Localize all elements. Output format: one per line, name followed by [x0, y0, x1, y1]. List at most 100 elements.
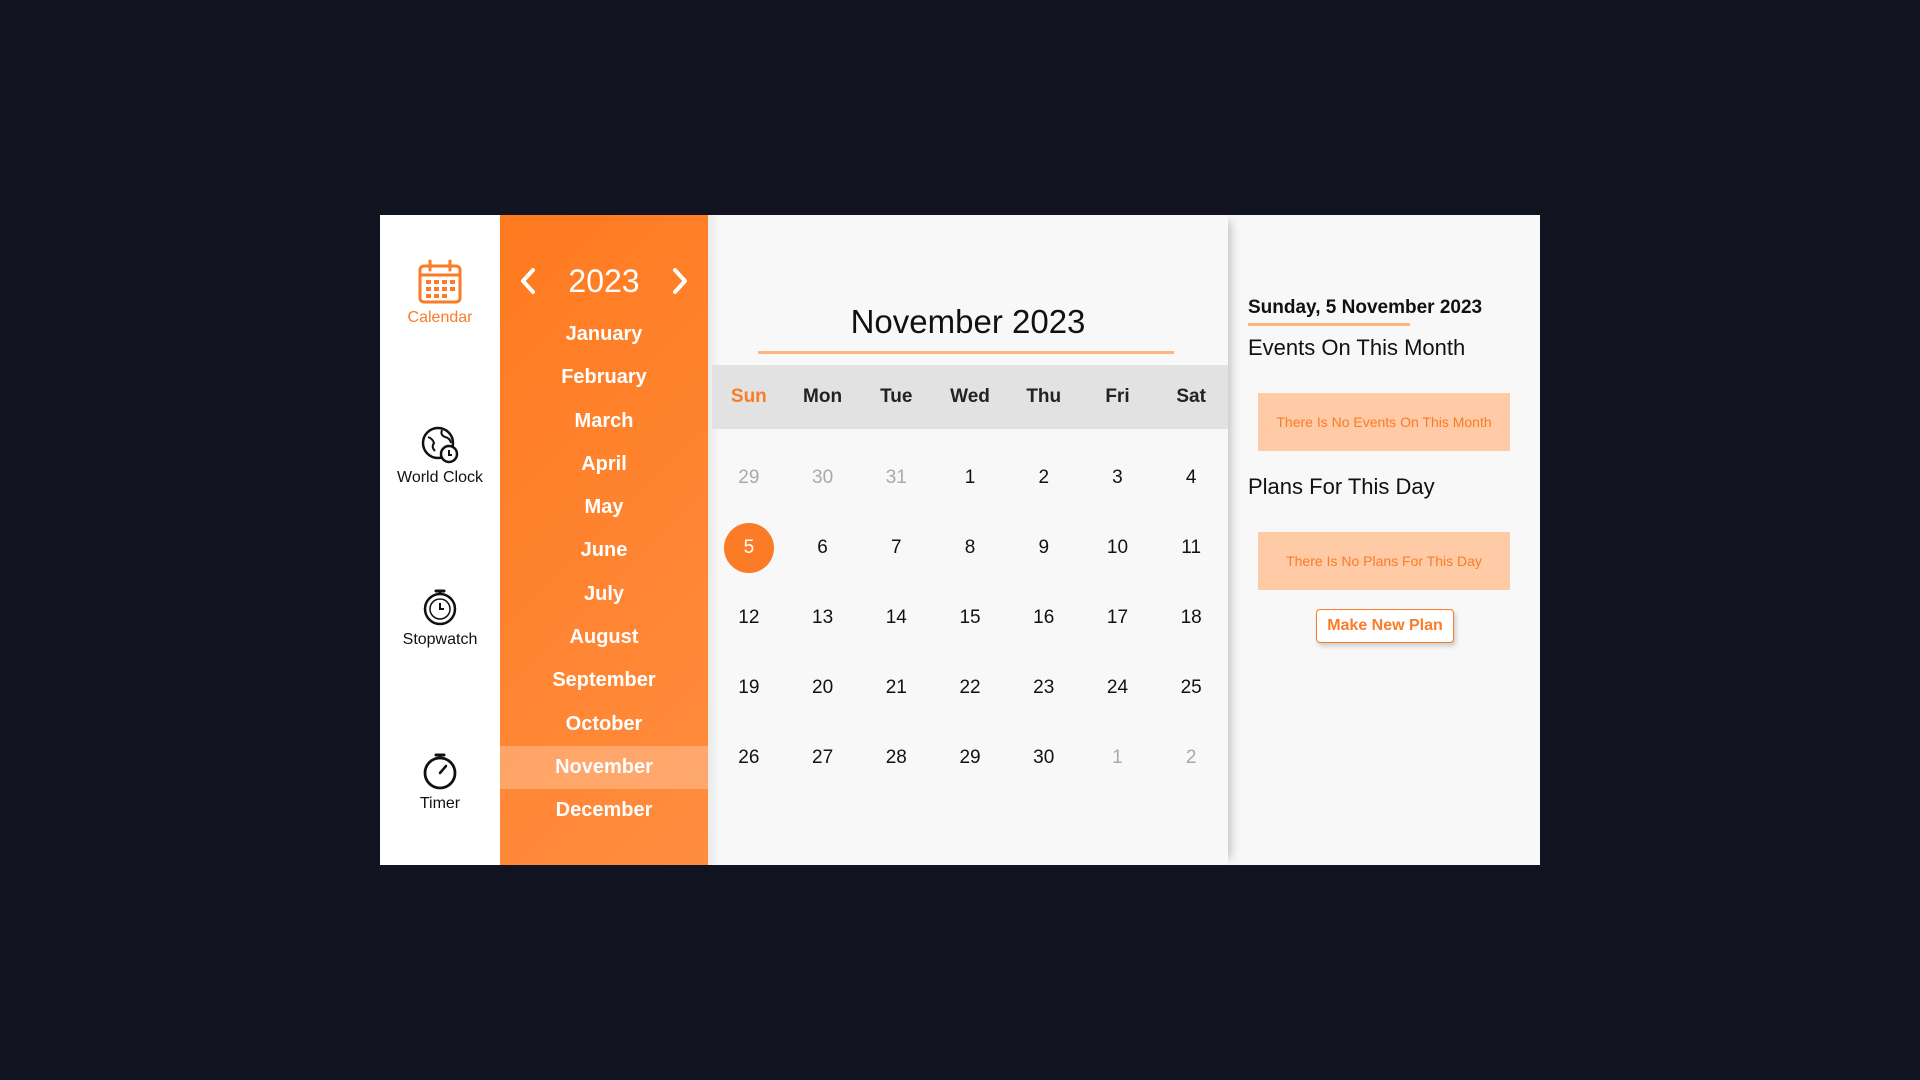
day-number: 7	[891, 537, 902, 558]
day-cell[interactable]: 1	[1081, 723, 1155, 793]
month-item-november[interactable]: November	[500, 745, 708, 790]
nav-item-timer[interactable]: Timer	[380, 751, 500, 813]
day-cell[interactable]: 4	[1154, 443, 1228, 513]
day-cell[interactable]: 7	[859, 513, 933, 583]
month-item-january[interactable]: January	[500, 313, 708, 356]
day-cell[interactable]: 17	[1081, 583, 1155, 653]
day-number: 9	[1038, 537, 1050, 558]
day-cell[interactable]: 30	[786, 443, 860, 513]
nav-item-calendar[interactable]: Calendar	[380, 259, 500, 327]
day-number: 8	[964, 537, 976, 558]
day-number: 29	[738, 467, 760, 488]
day-cell[interactable]: 14	[859, 583, 933, 653]
day-cell[interactable]: 26	[712, 723, 786, 793]
calendar-title: November 2023	[850, 303, 1086, 340]
calendar-view: November 2023 Sun Mon Tue Wed Thu Fri Sat 29 30…	[708, 215, 1228, 865]
day-number: 10	[1106, 537, 1129, 558]
date-underline	[1248, 323, 1410, 326]
day-cell[interactable]: 11	[1154, 513, 1228, 583]
month-item-may[interactable]: May	[500, 486, 708, 529]
plans-heading: Plans For This Day	[1248, 474, 1435, 499]
day-number: 29	[959, 747, 981, 768]
calendar-app: Calendar World Clock Stopwatch Timer 202…	[380, 215, 1540, 865]
day-cell[interactable]: 15	[933, 583, 1007, 653]
timer-icon	[423, 753, 457, 790]
selected-date: Sunday, 5 November 2023	[1248, 297, 1483, 318]
month-item-august[interactable]: August	[500, 616, 708, 659]
day-number: 1	[1112, 747, 1123, 768]
day-cell[interactable]: 1	[933, 443, 1007, 513]
day-number: 28	[885, 747, 907, 768]
day-number: 2	[1185, 747, 1197, 768]
day-number: 15	[959, 607, 981, 628]
day-cell[interactable]: 30	[1007, 723, 1081, 793]
month-item-june[interactable]: June	[500, 529, 708, 572]
day-cell[interactable]: 8	[933, 513, 1007, 583]
month-item-march[interactable]: March	[500, 400, 708, 443]
day-cell[interactable]: 2	[1007, 443, 1081, 513]
make-new-plan-button[interactable]: Make New Plan	[1316, 609, 1454, 643]
day-number: 22	[959, 677, 981, 698]
weekday-sun: Sun	[730, 386, 767, 407]
day-number: 1	[964, 467, 976, 488]
day-cell[interactable]: 20	[786, 653, 860, 723]
day-cell[interactable]: 21	[859, 653, 933, 723]
events-heading: Events On This Month	[1248, 335, 1466, 360]
day-cell[interactable]: 19	[712, 653, 786, 723]
year-picker: 2023	[500, 259, 708, 303]
nav-item-stopwatch[interactable]: Stopwatch	[380, 587, 500, 649]
day-cell[interactable]: 3	[1081, 443, 1155, 513]
month-item-april[interactable]: April	[500, 443, 708, 486]
month-item-october[interactable]: October	[500, 703, 708, 746]
month-item-february[interactable]: February	[500, 356, 708, 399]
day-number: 5	[723, 523, 774, 573]
weekday-header: Sun Mon Tue Wed Thu Fri Sat	[712, 365, 1228, 429]
weekday-tue: Tue	[880, 386, 913, 407]
day-cell[interactable]: 22	[933, 653, 1007, 723]
title-underline	[758, 351, 1174, 354]
day-number: 25	[1180, 677, 1202, 698]
day-cell[interactable]: 2	[1154, 723, 1228, 793]
stopwatch-icon	[423, 589, 457, 626]
nav-label-world-clock: World Clock	[397, 469, 483, 486]
week-row: 26 27 28 29 30 1 2	[712, 723, 1228, 793]
day-number: 6	[817, 537, 828, 558]
weekday-wed: Wed	[950, 386, 990, 407]
day-cell[interactable]: 16	[1007, 583, 1081, 653]
day-cell[interactable]: 6	[786, 513, 860, 583]
day-cell[interactable]: 13	[786, 583, 860, 653]
day-cell[interactable]: 29	[933, 723, 1007, 793]
day-number: 3	[1112, 467, 1123, 488]
nav-item-world-clock[interactable]: World Clock	[380, 425, 500, 487]
day-cell[interactable]: 23	[1007, 653, 1081, 723]
month-item-september[interactable]: September	[500, 659, 708, 702]
day-cell[interactable]: 29	[712, 443, 786, 513]
day-number: 20	[812, 677, 834, 698]
day-cell[interactable]: 25	[1154, 653, 1228, 723]
day-cell[interactable]: 28	[859, 723, 933, 793]
day-grid: 29 30 31 1 2 3 4 5 6 7 8 9 10 11 12 13 14 15 16 17 18 19 20 21 2…	[712, 443, 1228, 793]
day-number: 21	[885, 677, 907, 698]
day-number: 14	[885, 607, 907, 628]
week-row: 12 13 14 15 16 17 18	[712, 583, 1228, 653]
day-number: 16	[1033, 607, 1055, 628]
day-cell[interactable]: 24	[1081, 653, 1155, 723]
day-cell[interactable]: 27	[786, 723, 860, 793]
day-cell[interactable]: 18	[1154, 583, 1228, 653]
month-item-july[interactable]: July	[500, 573, 708, 616]
nav-label-stopwatch: Stopwatch	[402, 631, 478, 648]
month-item-december[interactable]: December	[500, 789, 708, 832]
calendar-icon	[418, 259, 462, 304]
day-cell[interactable]: 10	[1081, 513, 1155, 583]
day-number: 12	[738, 607, 760, 628]
day-number: 18	[1180, 607, 1202, 628]
day-number: 26	[738, 747, 760, 768]
day-number: 13	[812, 607, 834, 628]
chevron-right-icon[interactable]	[666, 265, 694, 297]
day-cell[interactable]: 31	[859, 443, 933, 513]
day-cell-selected[interactable]: 5	[712, 513, 786, 583]
day-cell[interactable]: 12	[712, 583, 786, 653]
world-clock-icon	[421, 426, 459, 464]
month-list: January February March April May June July Augu…	[500, 313, 708, 833]
day-cell[interactable]: 9	[1007, 513, 1081, 583]
